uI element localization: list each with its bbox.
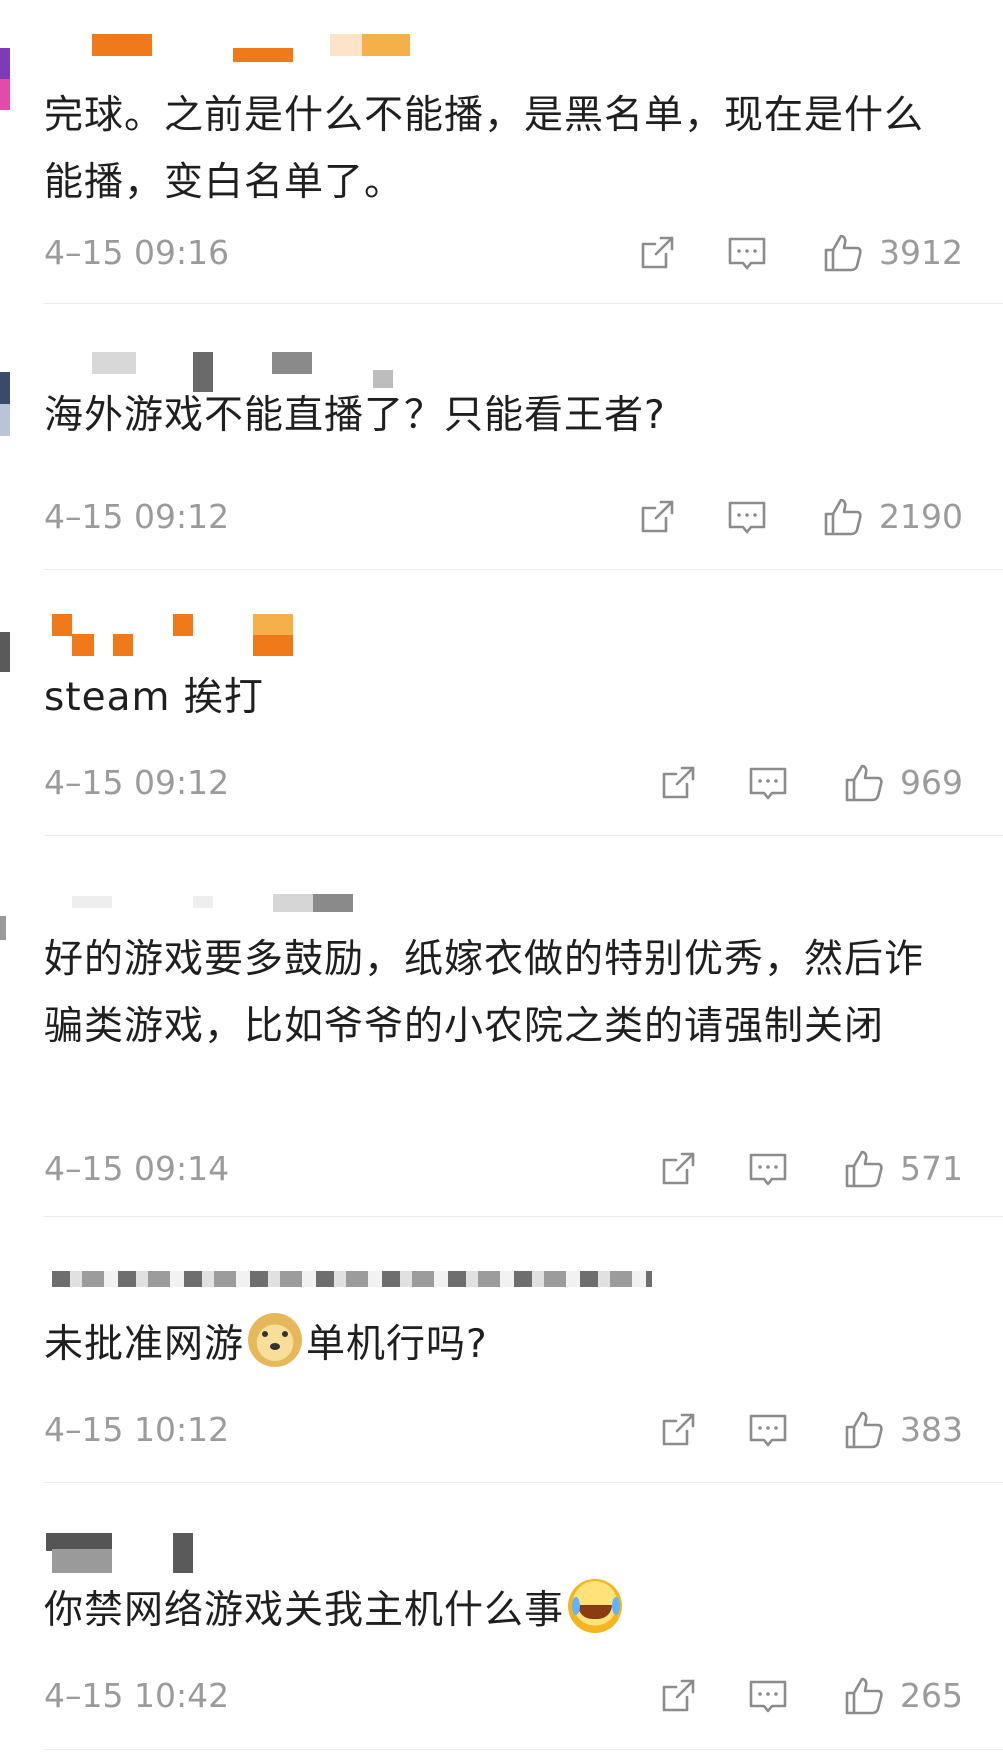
username-blurred[interactable] <box>313 894 353 912</box>
username-blurred[interactable] <box>72 896 112 908</box>
divider <box>44 569 1003 570</box>
comment-meta: 4–15 09:16 3912 <box>44 228 963 278</box>
username-blurred[interactable] <box>52 1533 112 1573</box>
comment-actions: 2190 <box>635 492 963 542</box>
divider <box>44 1749 1003 1750</box>
username-blurred[interactable] <box>92 352 136 374</box>
comment-timestamp: 4–15 10:42 <box>44 1676 230 1715</box>
username-blurred[interactable] <box>173 614 193 636</box>
comment-actions: 571 <box>656 1144 963 1194</box>
thumbs-up-icon[interactable] <box>842 1674 886 1718</box>
like-count: 571 <box>900 1149 963 1188</box>
username-blurred[interactable] <box>193 896 213 908</box>
comment-timestamp: 4–15 09:16 <box>44 233 230 272</box>
username-blurred[interactable] <box>253 614 293 656</box>
comment-text-part: 你禁网络游戏关我主机什么事 <box>44 1588 565 1633</box>
username-blurred[interactable] <box>72 634 94 656</box>
comment-timestamp: 4–15 09:12 <box>44 763 230 802</box>
share-icon[interactable] <box>656 1147 700 1191</box>
comment-actions: 3912 <box>635 228 963 278</box>
thumbs-up-icon[interactable] <box>842 1408 886 1452</box>
comment-text-part: 未批准网游 <box>44 1322 245 1367</box>
comment-icon[interactable] <box>725 231 769 275</box>
username-blurred[interactable] <box>113 634 133 656</box>
username-blurred[interactable] <box>173 1533 193 1573</box>
comment-actions: 383 <box>656 1405 963 1455</box>
comment-icon[interactable] <box>746 761 790 805</box>
username-blurred[interactable] <box>52 1271 652 1287</box>
comment-text-part: 单机行吗? <box>306 1322 488 1367</box>
comment-item: 海外游戏不能直播了？只能看王者? 4–15 09:12 2190 <box>0 306 1003 568</box>
avatar-fragment[interactable] <box>0 48 10 110</box>
comment-timestamp: 4–15 09:12 <box>44 497 230 536</box>
comment-text: 未批准网游 单机行吗? <box>44 1311 963 1378</box>
comment-meta: 4–15 10:12 383 <box>44 1405 963 1455</box>
comment-item: 你禁网络游戏关我主机什么事 4–15 10:42 265 <box>0 1485 1003 1757</box>
like-count: 969 <box>900 763 963 802</box>
comment-text: steam 挨打 <box>44 675 264 720</box>
comment-icon[interactable] <box>746 1408 790 1452</box>
comment-timestamp: 4–15 09:14 <box>44 1149 230 1188</box>
divider <box>44 303 1003 304</box>
divider <box>44 835 1003 836</box>
username-blurred[interactable] <box>272 352 312 374</box>
comment-text: 你禁网络游戏关我主机什么事 <box>44 1577 963 1644</box>
divider <box>44 1482 1003 1483</box>
comment-icon[interactable] <box>746 1147 790 1191</box>
comment-item: 完球。之前是什么不能播，是黑名单，现在是什么能播，变白名单了。 4–15 09:… <box>0 0 1003 300</box>
avatar-fragment[interactable] <box>0 632 10 672</box>
username-blurred[interactable] <box>330 34 410 56</box>
comment-timestamp: 4–15 10:12 <box>44 1410 230 1449</box>
comment-meta: 4–15 10:42 265 <box>44 1671 963 1721</box>
comment-text: 完球。之前是什么不能播，是黑名单，现在是什么能播，变白名单了。 <box>44 93 925 205</box>
comment-meta: 4–15 09:12 2190 <box>44 492 963 542</box>
divider <box>44 1216 1003 1217</box>
comment-text: 好的游戏要多鼓励，纸嫁衣做的特别优秀，然后诈骗类游戏，比如爷爷的小农院之类的请强… <box>44 937 925 1049</box>
laugh-cry-emoji <box>568 1579 623 1633</box>
like-count: 383 <box>900 1410 963 1449</box>
like-count: 2190 <box>879 497 963 536</box>
avatar-fragment[interactable] <box>0 372 10 436</box>
comment-icon[interactable] <box>725 495 769 539</box>
comment-item: 未批准网游 单机行吗? 4–15 10:12 383 <box>0 1219 1003 1481</box>
comment-icon[interactable] <box>746 1674 790 1718</box>
avatar-fragment[interactable] <box>0 916 6 940</box>
share-icon[interactable] <box>656 1408 700 1452</box>
username-blurred[interactable] <box>92 34 152 56</box>
comment-meta: 4–15 09:14 571 <box>44 1144 963 1194</box>
thumbs-up-icon[interactable] <box>821 495 865 539</box>
share-icon[interactable] <box>656 761 700 805</box>
comment-actions: 969 <box>656 758 963 808</box>
comment-text: 海外游戏不能直播了？只能看王者? <box>44 393 666 438</box>
share-icon[interactable] <box>656 1674 700 1718</box>
username-blurred[interactable] <box>273 894 313 912</box>
comment-actions: 265 <box>656 1671 963 1721</box>
thumbs-up-icon[interactable] <box>842 761 886 805</box>
like-count: 3912 <box>879 233 963 272</box>
share-icon[interactable] <box>635 495 679 539</box>
thumbs-up-icon[interactable] <box>842 1147 886 1191</box>
share-icon[interactable] <box>635 231 679 275</box>
like-count: 265 <box>900 1676 963 1715</box>
thumbs-up-icon[interactable] <box>821 231 865 275</box>
username-blurred[interactable] <box>52 614 72 636</box>
username-blurred[interactable] <box>233 48 293 62</box>
comment-item: 好的游戏要多鼓励，纸嫁衣做的特别优秀，然后诈骗类游戏，比如爷爷的小农院之类的请强… <box>0 838 1003 1218</box>
doge-emoji <box>248 1313 303 1367</box>
comment-item: steam 挨打 4–15 09:12 969 <box>0 572 1003 834</box>
comment-meta: 4–15 09:12 969 <box>44 758 963 808</box>
